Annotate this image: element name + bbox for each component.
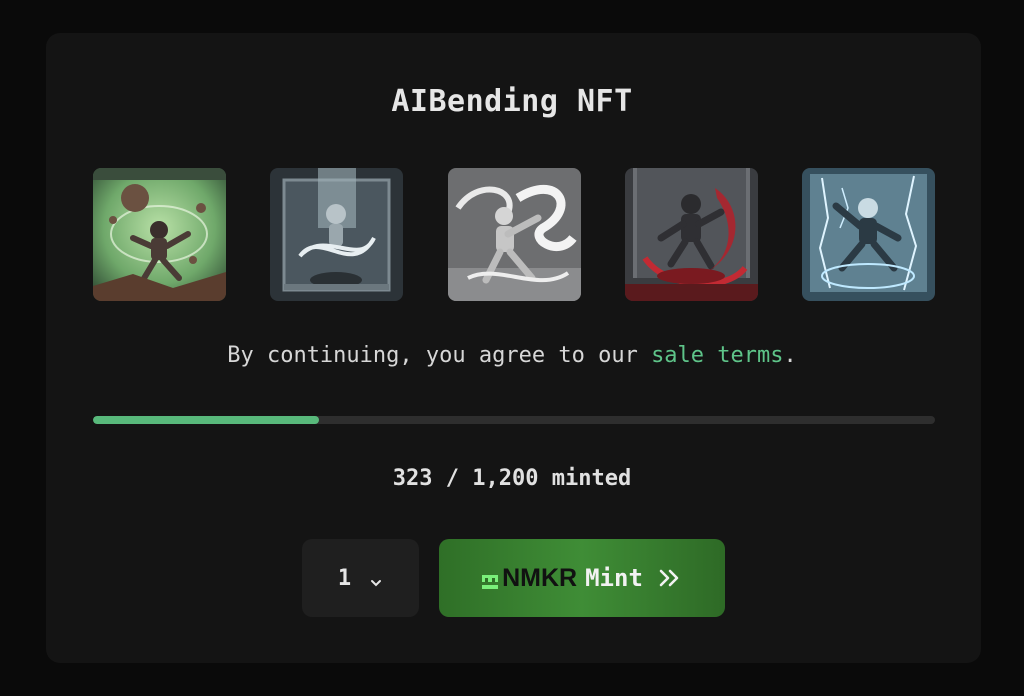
double-chevron-right-icon xyxy=(657,567,683,589)
chevron-down-icon xyxy=(369,571,383,587)
thumbnail-air xyxy=(270,168,403,301)
quantity-value: 1 xyxy=(337,565,352,591)
mint-progress-fill xyxy=(93,416,320,424)
mint-button-label: Mint xyxy=(585,564,643,592)
thumbnail-gallery xyxy=(0,168,1024,302)
sale-terms-link[interactable]: sale terms xyxy=(651,343,783,368)
terms-prefix: By continuing, you agree to our xyxy=(227,343,652,368)
mint-progress-bar xyxy=(93,416,935,424)
terms-suffix: . xyxy=(783,343,797,368)
minted-count: 323 / 1,200 minted xyxy=(392,466,632,491)
thumbnail-earth xyxy=(93,168,226,301)
thumbnail-fire xyxy=(625,168,758,301)
thumbnail-lightning xyxy=(802,168,935,301)
page-title: AIBending NFT xyxy=(391,84,633,119)
mint-button[interactable]: NMKR Mint xyxy=(439,539,725,617)
quantity-select[interactable]: 1 xyxy=(302,539,419,617)
nmkr-logo-text: NMKR xyxy=(502,563,578,592)
sale-terms-notice: By continuing, you agree to our sale ter… xyxy=(0,343,1024,368)
thumbnail-wind xyxy=(448,168,581,301)
nmkr-logo: NMKR xyxy=(481,564,577,593)
nmkr-logo-icon xyxy=(481,569,499,589)
